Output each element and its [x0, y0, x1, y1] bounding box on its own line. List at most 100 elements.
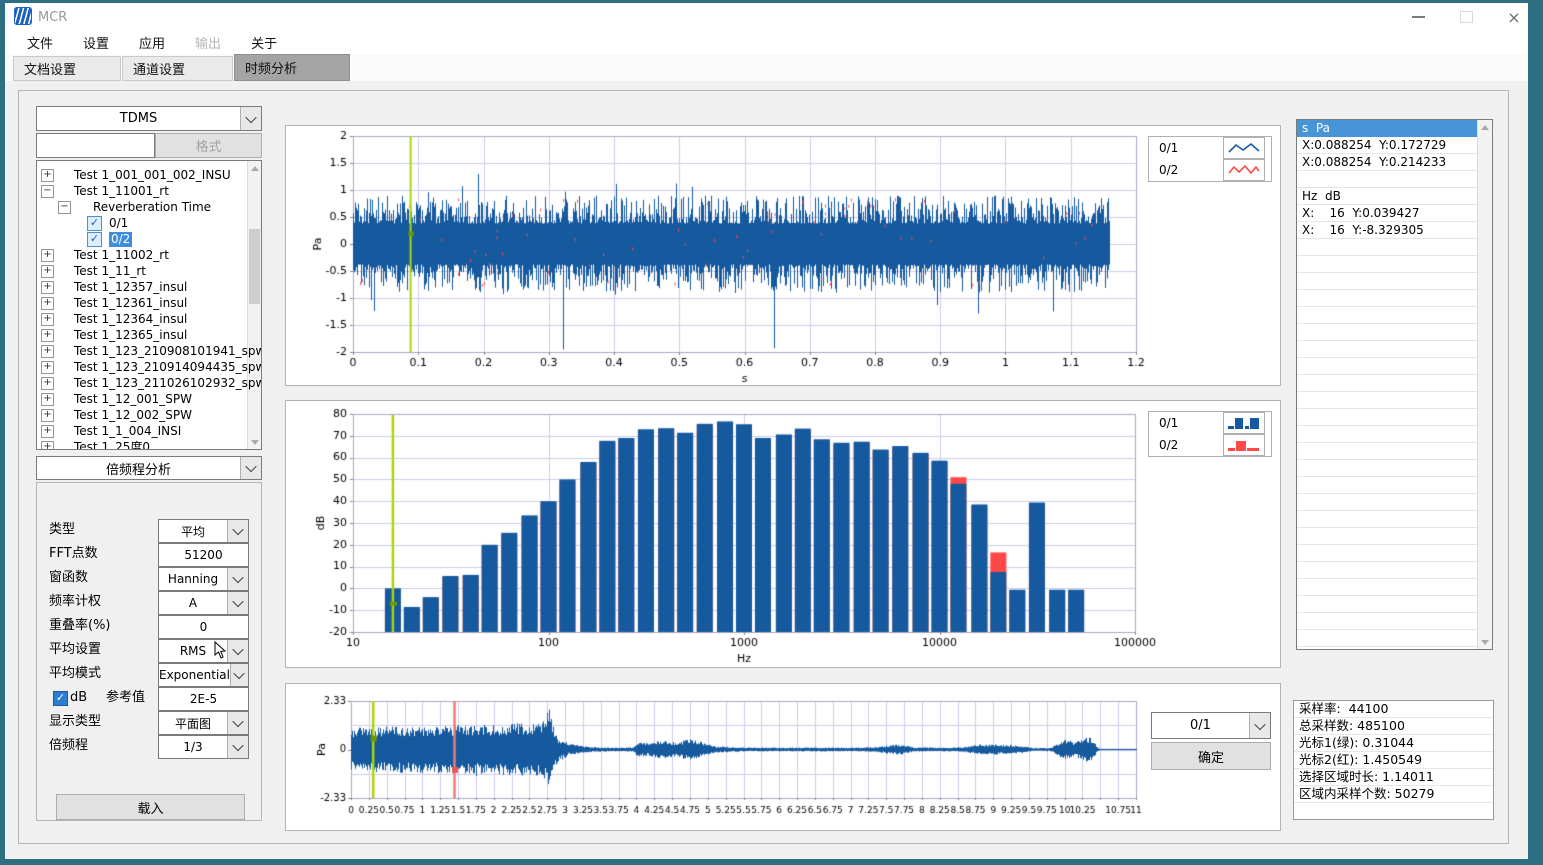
- minimize-button[interactable]: [1403, 6, 1433, 28]
- waveform-overview-chart[interactable]: [286, 684, 1280, 830]
- expand-icon[interactable]: +: [41, 425, 54, 438]
- legend-item-0-1[interactable]: 0/1: [1149, 412, 1271, 434]
- expand-icon[interactable]: +: [41, 441, 54, 450]
- format-button[interactable]: 格式: [155, 133, 262, 158]
- legend-item-0-2[interactable]: 0/2: [1149, 159, 1271, 181]
- scroll-up-icon[interactable]: [248, 161, 261, 175]
- fft-points-input[interactable]: 51200: [158, 543, 249, 567]
- db-reference-input[interactable]: 2E-5: [158, 687, 249, 711]
- expand-icon[interactable]: +: [41, 297, 54, 310]
- expand-icon[interactable]: +: [41, 169, 54, 182]
- collapse-icon[interactable]: −: [58, 201, 71, 214]
- reading-row[interactable]: [1297, 171, 1479, 188]
- expand-icon[interactable]: +: [41, 361, 54, 374]
- chevron-down-icon[interactable]: [227, 568, 248, 590]
- scroll-down-icon[interactable]: [1478, 635, 1492, 649]
- tree-item-label: Reverberation Time: [93, 200, 211, 215]
- tree-item[interactable]: − Reverberation Time: [37, 199, 247, 215]
- file-format-select[interactable]: TDMS: [36, 106, 262, 131]
- tree-item[interactable]: −Test 1_11001_rt: [37, 183, 247, 199]
- waveform-zoom-chart[interactable]: [286, 126, 1280, 385]
- tree-item[interactable]: +Test 1_1_004_INSI: [37, 423, 247, 439]
- frequency-weighting-select[interactable]: A: [158, 591, 249, 615]
- expand-icon[interactable]: +: [41, 377, 54, 390]
- channel-select[interactable]: 0/1: [1151, 712, 1271, 739]
- display-type-select[interactable]: 平面图: [158, 711, 249, 735]
- window-function-select[interactable]: Hanning: [158, 567, 249, 591]
- tree-item[interactable]: +Test 1_12361_insul: [37, 295, 247, 311]
- load-button[interactable]: 载入: [56, 794, 245, 820]
- reading-row[interactable]: X: 16 Y:-8.329305: [1297, 222, 1479, 239]
- tree-scrollbar-thumb[interactable]: [249, 229, 260, 304]
- octave-spectrum-chart[interactable]: [286, 401, 1280, 667]
- type-select[interactable]: 平均: [158, 519, 249, 543]
- db-reference-checkbox[interactable]: ✓: [53, 691, 68, 706]
- tree-item[interactable]: +Test 1_12_001_SPW: [37, 391, 247, 407]
- expand-icon[interactable]: +: [41, 313, 54, 326]
- chevron-down-icon[interactable]: [227, 520, 248, 542]
- tree-item[interactable]: ✓0/1: [37, 215, 247, 231]
- expand-icon[interactable]: +: [41, 393, 54, 406]
- tree-item[interactable]: +Test 1_123_210908101941_spw: [37, 343, 247, 359]
- average-mode-select[interactable]: Exponential: [158, 663, 249, 687]
- tree-item[interactable]: +Test 1_12357_insul: [37, 279, 247, 295]
- chevron-down-icon[interactable]: [240, 107, 261, 130]
- expand-icon[interactable]: +: [41, 329, 54, 342]
- legend-item-0-1[interactable]: 0/1: [1149, 137, 1271, 159]
- reading-row[interactable]: X:0.088254 Y:0.214233: [1297, 154, 1479, 171]
- menu-item-application[interactable]: 应用: [131, 31, 173, 54]
- expand-icon[interactable]: +: [41, 249, 54, 262]
- close-button[interactable]: ×: [1499, 6, 1529, 28]
- expand-icon[interactable]: +: [41, 409, 54, 422]
- scroll-down-icon[interactable]: [248, 435, 261, 449]
- tree-item[interactable]: +Test 1_12364_insul: [37, 311, 247, 327]
- menu-item-settings[interactable]: 设置: [75, 31, 117, 54]
- octave-fraction-select[interactable]: 1/3: [158, 735, 249, 759]
- readings-scrollbar[interactable]: [1477, 120, 1492, 649]
- reading-row[interactable]: X:0.088254 Y:0.172729: [1297, 137, 1479, 154]
- tree-item[interactable]: +Test 1_11_rt: [37, 263, 247, 279]
- analysis-type-select[interactable]: 倍频程分析: [36, 456, 262, 480]
- chevron-down-icon[interactable]: [227, 592, 248, 614]
- reading-row[interactable]: Hz dB: [1297, 188, 1479, 205]
- reading-row[interactable]: X: 16 Y:0.039427: [1297, 205, 1479, 222]
- collapse-icon[interactable]: −: [41, 185, 54, 198]
- chevron-down-icon[interactable]: [227, 640, 248, 662]
- title-bar[interactable]: MCR ×: [5, 3, 1528, 30]
- legend-item-0-2[interactable]: 0/2: [1149, 434, 1271, 456]
- tree-item[interactable]: +Test 1_12_002_SPW: [37, 407, 247, 423]
- tree-item[interactable]: +Test 1_123_210914094435_spw: [37, 359, 247, 375]
- tab-document-settings[interactable]: 文档设置: [13, 56, 121, 81]
- chevron-down-icon[interactable]: [227, 712, 248, 734]
- tree-scrollbar[interactable]: [247, 161, 261, 449]
- tab-channel-settings[interactable]: 通道设置: [122, 56, 233, 81]
- chevron-down-icon[interactable]: [227, 736, 248, 758]
- menu-item-about[interactable]: 关于: [243, 31, 285, 54]
- channel-checkbox[interactable]: ✓: [87, 232, 102, 247]
- average-setting-select[interactable]: RMS: [158, 639, 249, 663]
- window-frame-bottom: [0, 859, 1543, 865]
- overlap-percent-input[interactable]: 0: [158, 615, 249, 639]
- tree-item[interactable]: +Test 1_001_001_002_INSU: [37, 167, 247, 183]
- tree-item[interactable]: +Test 1_123_211026102932_spw: [37, 375, 247, 391]
- menu-item-file[interactable]: 文件: [19, 31, 61, 54]
- tree-item[interactable]: +Test 1_12365_insul: [37, 327, 247, 343]
- expand-icon[interactable]: +: [41, 345, 54, 358]
- expand-icon[interactable]: +: [41, 265, 54, 278]
- menu-item-output[interactable]: 输出: [187, 31, 229, 54]
- channel-checkbox[interactable]: ✓: [87, 216, 102, 231]
- expand-icon[interactable]: +: [41, 281, 54, 294]
- tree-item[interactable]: +Test 1_25度0: [37, 439, 247, 450]
- chevron-down-icon[interactable]: [1249, 713, 1270, 738]
- filter-input[interactable]: [36, 133, 155, 158]
- scroll-up-icon[interactable]: [1478, 120, 1492, 134]
- tree-item[interactable]: ✓0/2: [37, 231, 247, 247]
- maximize-button[interactable]: [1451, 6, 1481, 28]
- tree-item[interactable]: +Test 1_11002_rt: [37, 247, 247, 263]
- reading-row[interactable]: s Pa: [1297, 120, 1479, 137]
- bar-series-icon: [1223, 412, 1265, 434]
- chevron-down-icon[interactable]: [230, 664, 248, 686]
- confirm-button[interactable]: 确定: [1151, 742, 1271, 770]
- tab-time-frequency-analysis[interactable]: 时频分析: [234, 54, 350, 81]
- chevron-down-icon[interactable]: [240, 457, 261, 479]
